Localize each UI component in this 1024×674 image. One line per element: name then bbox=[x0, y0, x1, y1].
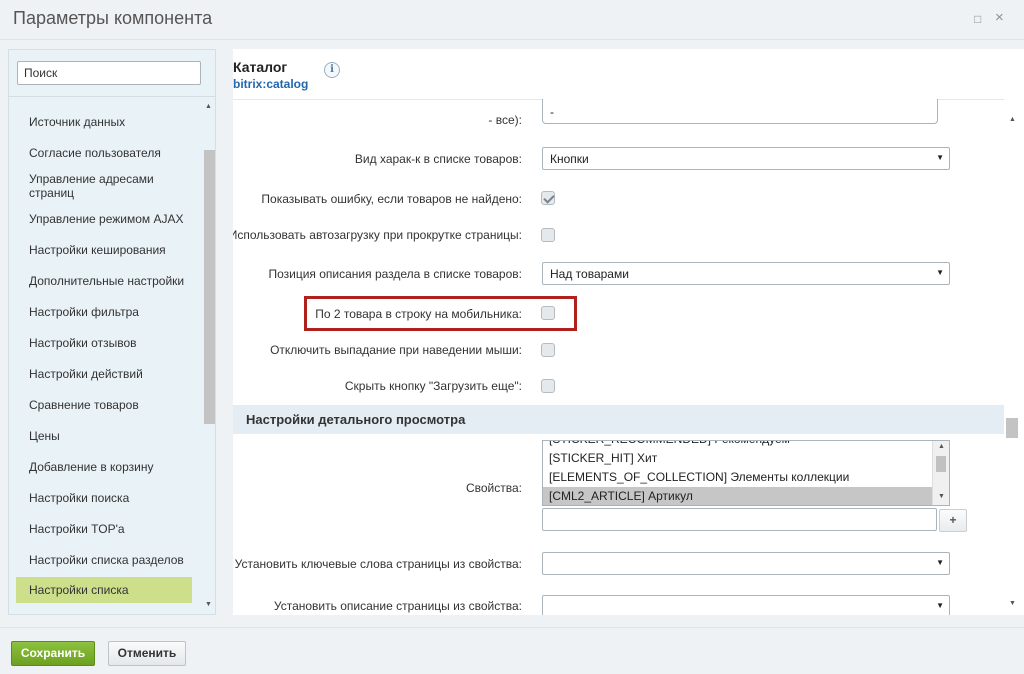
search-input[interactable] bbox=[17, 61, 201, 85]
list-item-selected[interactable]: [CML2_ARTICLE] Артикул bbox=[543, 487, 932, 505]
hide-load-more-checkbox[interactable] bbox=[541, 379, 555, 393]
settings-sidebar: Источник данных Согласие пользователя Уп… bbox=[8, 49, 216, 615]
prop-label-disable-hover: Отключить выпадание при наведении мыши: bbox=[270, 343, 522, 357]
search-wrap bbox=[17, 61, 201, 85]
sidebar-scroll-thumb[interactable] bbox=[204, 150, 215, 424]
window-titlebar: Параметры компонента □ × bbox=[0, 0, 1024, 40]
chevron-down-icon: ▼ bbox=[936, 153, 944, 162]
list-item[interactable]: [STICKER_HIT] Хит bbox=[543, 449, 932, 467]
description-select[interactable]: ▼ bbox=[542, 595, 950, 615]
sidebar-item-ajax-mode[interactable]: Управление режимом AJAX bbox=[9, 212, 202, 226]
restore-icon[interactable]: □ bbox=[974, 12, 981, 26]
prop-label-all: - все): bbox=[488, 113, 522, 127]
prop-label-show-error: Показывать ошибку, если товаров не найде… bbox=[261, 192, 522, 206]
sidebar-item-data-source[interactable]: Источник данных bbox=[9, 115, 202, 129]
scroll-down-icon[interactable]: ▼ bbox=[1009, 600, 1016, 607]
main-scroll-thumb[interactable] bbox=[1006, 418, 1018, 438]
section-title: Настройки детального просмотра bbox=[246, 412, 466, 427]
add-property-button[interactable]: + bbox=[939, 509, 967, 532]
sidebar-item-user-consent[interactable]: Согласие пользователя bbox=[9, 146, 202, 160]
cancel-button[interactable]: Отменить bbox=[108, 641, 186, 666]
desc-position-value: Над товарами bbox=[550, 267, 629, 281]
list-item[interactable]: [ELEMENTS_OF_COLLECTION] Элементы коллек… bbox=[543, 468, 932, 486]
sidebar-item-additional[interactable]: Дополнительные настройки bbox=[9, 274, 202, 288]
sidebar-item-filter[interactable]: Настройки фильтра bbox=[9, 305, 202, 319]
scroll-up-icon[interactable]: ▲ bbox=[1009, 116, 1016, 123]
chevron-down-icon: ▼ bbox=[936, 268, 944, 277]
prop-label-autoload: Использовать автозагрузку при прокрутке … bbox=[233, 228, 522, 242]
prop-label-hide-load-more: Скрыть кнопку "Загрузить еще": bbox=[344, 379, 522, 393]
scroll-up-icon[interactable]: ▲ bbox=[205, 103, 212, 110]
scroll-down-icon[interactable]: ▼ bbox=[938, 493, 945, 500]
properties-listbox[interactable]: [STICKER_RECOMMENDED] Рекомендуем [STICK… bbox=[542, 440, 950, 506]
list-item[interactable]: [STICKER_RECOMMENDED] Рекомендуем bbox=[543, 441, 932, 448]
component-title: Каталог bbox=[233, 59, 288, 75]
chars-view-value: Кнопки bbox=[550, 152, 589, 166]
chevron-down-icon: ▼ bbox=[936, 558, 944, 567]
listbox-scrollbar[interactable]: ▲ ▼ bbox=[932, 441, 949, 505]
component-code: bitrix:catalog bbox=[233, 77, 309, 91]
sidebar-item-caching[interactable]: Настройки кеширования bbox=[9, 243, 202, 257]
dialog-footer: Сохранить Отменить bbox=[0, 627, 1024, 674]
autoload-checkbox[interactable] bbox=[541, 228, 555, 242]
disable-hover-checkbox[interactable] bbox=[541, 343, 555, 357]
sidebar-item-top[interactable]: Настройки TOP'а bbox=[9, 522, 202, 536]
partial-select-value: - bbox=[550, 105, 554, 119]
scroll-down-icon[interactable]: ▼ bbox=[205, 601, 212, 608]
sidebar-divider bbox=[9, 96, 215, 97]
two-per-row-checkbox[interactable] bbox=[541, 306, 555, 320]
settings-main-panel: Каталог i bitrix:catalog - все): - Вид х… bbox=[233, 49, 1024, 615]
main-scrollbar[interactable]: ▲ ▼ bbox=[1004, 100, 1022, 615]
sidebar-item-search[interactable]: Настройки поиска bbox=[9, 491, 202, 505]
prop-label-properties: Свойства: bbox=[465, 481, 522, 495]
close-icon[interactable]: × bbox=[995, 9, 1004, 26]
prop-label-two-per-row: По 2 товара в строку на мобильника: bbox=[315, 307, 522, 321]
desc-position-select[interactable]: Над товарами ▼ bbox=[542, 262, 950, 285]
sidebar-item-page-addresses[interactable]: Управление адресами страниц bbox=[9, 172, 202, 200]
scroll-up-icon[interactable]: ▲ bbox=[938, 443, 945, 450]
chevron-down-icon: ▼ bbox=[936, 601, 944, 610]
save-button[interactable]: Сохранить bbox=[11, 641, 95, 666]
sidebar-item-compare[interactable]: Сравнение товаров bbox=[9, 398, 202, 412]
sidebar-item-prices[interactable]: Цены bbox=[9, 429, 202, 443]
sidebar-item-reviews[interactable]: Настройки отзывов bbox=[9, 336, 202, 350]
keywords-select[interactable]: ▼ bbox=[542, 552, 950, 575]
listbox-scroll-thumb[interactable] bbox=[936, 456, 946, 472]
partial-select[interactable]: - bbox=[542, 99, 938, 124]
sidebar-item-section-list[interactable]: Настройки списка разделов bbox=[9, 553, 202, 567]
sidebar-scrollbar[interactable]: ▲ ▼ bbox=[202, 102, 215, 614]
sidebar-item-actions[interactable]: Настройки действий bbox=[9, 367, 202, 381]
section-detail-view: Настройки детального просмотра bbox=[233, 405, 1004, 434]
component-header: Каталог i bitrix:catalog bbox=[233, 49, 1004, 100]
property-text-input[interactable] bbox=[542, 508, 937, 531]
window-title: Параметры компонента bbox=[13, 8, 213, 28]
prop-label-desc-position: Позиция описания раздела в списке товаро… bbox=[268, 267, 522, 281]
prop-label-description: Установить описание страницы из свойства… bbox=[273, 599, 522, 613]
info-icon[interactable]: i bbox=[324, 62, 340, 78]
show-error-checkbox[interactable] bbox=[541, 191, 555, 205]
sidebar-item-add-to-basket[interactable]: Добавление в корзину bbox=[9, 460, 202, 474]
sidebar-item-list-settings[interactable]: Настройки списка bbox=[16, 577, 192, 603]
prop-label-keywords: Установить ключевые слова страницы из св… bbox=[234, 557, 522, 571]
prop-label-chars-view: Вид харак-к в списке товаров: bbox=[354, 152, 522, 166]
chars-view-select[interactable]: Кнопки ▼ bbox=[542, 147, 950, 170]
